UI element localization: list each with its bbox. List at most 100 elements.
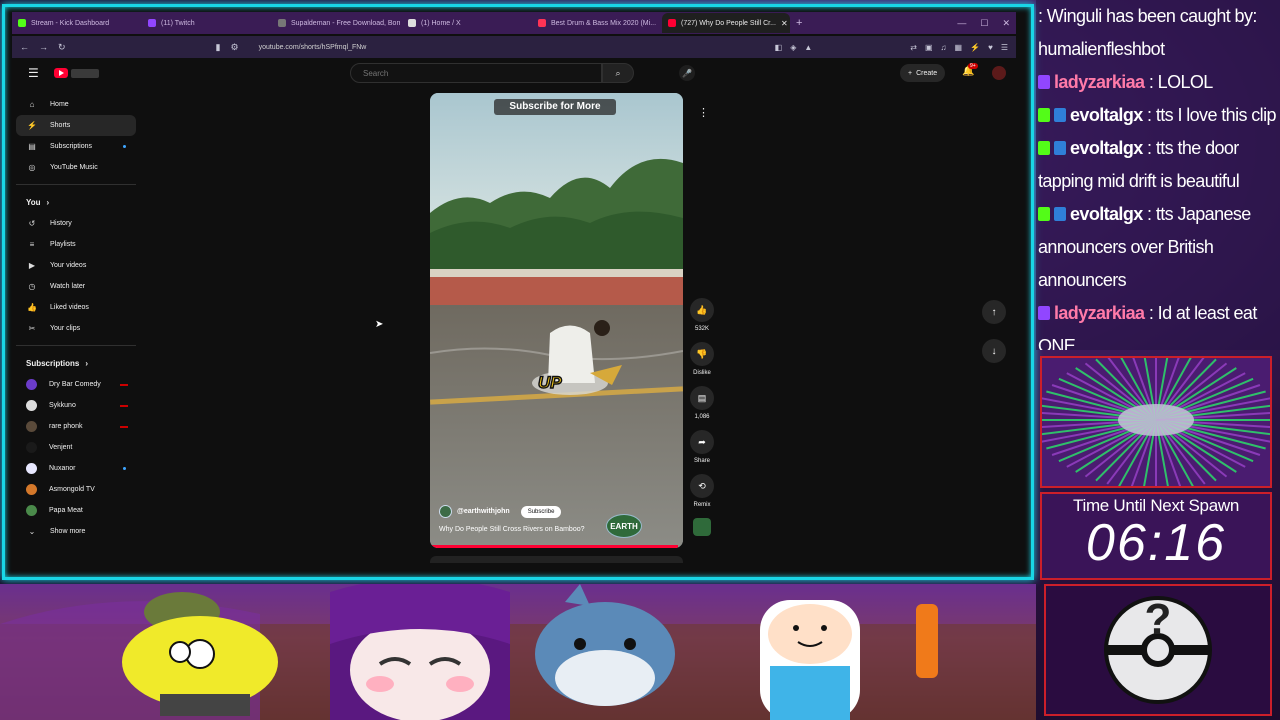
browser-tab[interactable]: Best Drum & Bass Mix 2020 (Mi... xyxy=(532,13,660,33)
spiral-graphic xyxy=(1042,358,1270,486)
more-options-icon[interactable]: ⋮ xyxy=(698,106,709,119)
channel-avatar xyxy=(26,400,37,411)
spawn-timer-widget: Time Until Next Spawn 06:16 xyxy=(1040,492,1272,580)
account-avatar[interactable] xyxy=(992,66,1006,80)
subscription-item[interactable]: Papa Meat xyxy=(16,500,136,521)
comments-button[interactable]: ▤ 1,086 xyxy=(684,386,720,420)
subscribe-banner: Subscribe for More xyxy=(494,99,616,115)
youtube-logo[interactable] xyxy=(54,67,100,79)
maximize-icon[interactable]: ☐ xyxy=(980,18,988,29)
share-button[interactable]: ➦ Share xyxy=(684,430,720,464)
tab-close-icon[interactable]: ✕ xyxy=(781,19,788,28)
tab-favicon-icon xyxy=(408,19,416,27)
sidebar-item-label: History xyxy=(50,220,72,227)
reload-icon[interactable]: ↻ xyxy=(58,42,66,53)
sidebar-item-home[interactable]: ⌂ Home xyxy=(16,94,136,115)
sidebar-item-your-clips[interactable]: ✂ Your clips xyxy=(16,318,136,339)
channel-avatar[interactable] xyxy=(439,505,452,518)
chat-text: : LOLOL xyxy=(1144,72,1213,92)
channel-row: @earthwithjohn Subscribe xyxy=(439,505,562,518)
search-input[interactable] xyxy=(350,63,602,83)
extension-icon[interactable]: ◧ xyxy=(775,43,783,52)
like-button[interactable]: 👍 532K xyxy=(684,298,720,332)
new-content-dot xyxy=(123,467,126,470)
subscription-item[interactable]: Dry Bar Comedy xyxy=(16,374,136,395)
show-more-button[interactable]: ⌄ Show more xyxy=(16,521,136,542)
menu-icon[interactable]: ☰ xyxy=(28,66,39,80)
back-icon[interactable]: ← xyxy=(20,42,29,52)
you-section-heading[interactable]: You › xyxy=(16,191,136,213)
browser-tab[interactable]: (11) Twitch xyxy=(142,13,270,33)
tab-favicon-icon xyxy=(278,19,286,27)
microphone-icon[interactable]: 🎤 xyxy=(679,65,695,81)
chat-message: evoltalgx : tts the door tapping mid dri… xyxy=(1036,132,1280,198)
bookmark-icon[interactable]: ▮ xyxy=(216,42,221,53)
dislike-button[interactable]: 👎 Dislike xyxy=(684,342,720,376)
subscription-item[interactable]: rare phonk xyxy=(16,416,136,437)
subscription-item[interactable]: Nuxanor xyxy=(16,458,136,479)
subscription-item[interactable]: Venjent xyxy=(16,437,136,458)
sidebar-item-shorts[interactable]: ⚡ Shorts xyxy=(16,115,136,136)
close-window-icon[interactable]: ✕ xyxy=(1002,18,1010,29)
site-info-icon[interactable]: ⚙ xyxy=(231,42,239,53)
live-indicator xyxy=(120,383,128,386)
chat-badge-icon xyxy=(1054,141,1066,155)
sidebar-item-subscriptions[interactable]: ▤ Subscriptions xyxy=(16,136,136,157)
sidebar-item-your-videos[interactable]: ▶ Your videos xyxy=(16,255,136,276)
video-title[interactable]: Why Do People Still Cross Rivers on Bamb… xyxy=(439,526,585,533)
forward-icon[interactable]: → xyxy=(39,42,48,52)
sidebar-item-history[interactable]: ↺ History xyxy=(16,213,136,234)
sidebar-item-youtube-music[interactable]: ◎ YouTube Music xyxy=(16,157,136,178)
short-action-bar: 👍 532K 👎 Dislike ▤ 1,086 ➦ Share ⟲ Remix xyxy=(684,298,720,536)
video-caption: UP xyxy=(537,372,562,393)
browser-tab[interactable]: Stream - Kick Dashboard xyxy=(12,13,140,33)
extension-icon[interactable]: ⚡ xyxy=(970,43,980,52)
youtube-header: ☰ ⌕ 🎤 +Create 🔔 9+ xyxy=(12,58,1016,88)
subscriptions-section-heading[interactable]: Subscriptions › xyxy=(16,352,136,374)
stream-chat-overlay: : Winguli has been caught by: humalienfl… xyxy=(1036,0,1280,350)
browser-tab[interactable]: (727) Why Do People Still Cr... ✕ xyxy=(662,13,790,33)
subscription-item[interactable]: Asmongold TV xyxy=(16,479,136,500)
remix-button[interactable]: ⟲ Remix xyxy=(684,474,720,508)
create-button[interactable]: + Create xyxy=(900,64,946,82)
sidebar-item-label: Watch later xyxy=(50,283,86,290)
extension-icon[interactable]: ▣ xyxy=(925,43,933,52)
browser-tab[interactable]: Supaldeman - Free Download, Borrow... xyxy=(272,13,400,33)
chat-badge-icon xyxy=(1038,306,1050,320)
tab-favicon-icon xyxy=(148,19,156,27)
browser-tab[interactable]: (1) Home / X xyxy=(402,13,530,33)
subscribe-button[interactable]: Subscribe xyxy=(520,505,562,518)
extension-icon[interactable]: ◈ xyxy=(790,43,796,52)
extension-icon[interactable]: ♥ xyxy=(988,43,993,52)
next-short-preview[interactable] xyxy=(430,556,683,563)
minimize-icon[interactable]: — xyxy=(957,18,966,29)
sidebar-item-watch-later[interactable]: ◷ Watch later xyxy=(16,276,136,297)
sidebar-item-label: Subscriptions xyxy=(50,143,93,150)
short-video-player[interactable]: Subscribe for More UP @earthwithjohn Sub… xyxy=(430,93,683,548)
channel-name[interactable]: @earthwithjohn xyxy=(457,508,510,515)
new-content-dot xyxy=(123,145,126,148)
previous-short-button[interactable]: ↑ xyxy=(982,300,1006,324)
sound-avatar[interactable] xyxy=(693,518,711,536)
subscriptions-heading-label: Subscriptions xyxy=(26,358,80,368)
next-short-button[interactable]: ↓ xyxy=(982,339,1006,363)
extension-icon[interactable]: ▲ xyxy=(804,43,812,52)
search-icon[interactable]: ⌕ xyxy=(602,63,634,83)
url-field[interactable]: youtube.com/shorts/hSPfmql_FNw xyxy=(259,44,367,51)
sidebar-item-liked-videos[interactable]: 👍 Liked videos xyxy=(16,297,136,318)
chat-username: ladyzarkiaa xyxy=(1054,303,1145,323)
channel-avatar xyxy=(26,421,37,432)
mascot-banner xyxy=(0,584,1036,720)
tab-label: Supaldeman - Free Download, Borrow... xyxy=(291,19,400,27)
new-tab-icon[interactable]: + xyxy=(796,17,802,29)
sidebar-item-playlists[interactable]: ≡ Playlists xyxy=(16,234,136,255)
extension-icon[interactable]: ⇄ xyxy=(910,43,917,52)
subscription-item[interactable]: Sykkuno xyxy=(16,395,136,416)
extension-icon[interactable]: ▦ xyxy=(955,43,963,52)
chat-username: evoltalgx xyxy=(1070,204,1143,224)
video-progress-bar[interactable] xyxy=(430,545,678,548)
extension-icon[interactable]: ♫ xyxy=(941,43,947,52)
browser-address-bar: ← → ↻ ▮ ⚙ youtube.com/shorts/hSPfmql_FNw… xyxy=(12,36,1016,58)
channel-avatar xyxy=(26,505,37,516)
menu-icon[interactable]: ☰ xyxy=(1001,43,1008,52)
